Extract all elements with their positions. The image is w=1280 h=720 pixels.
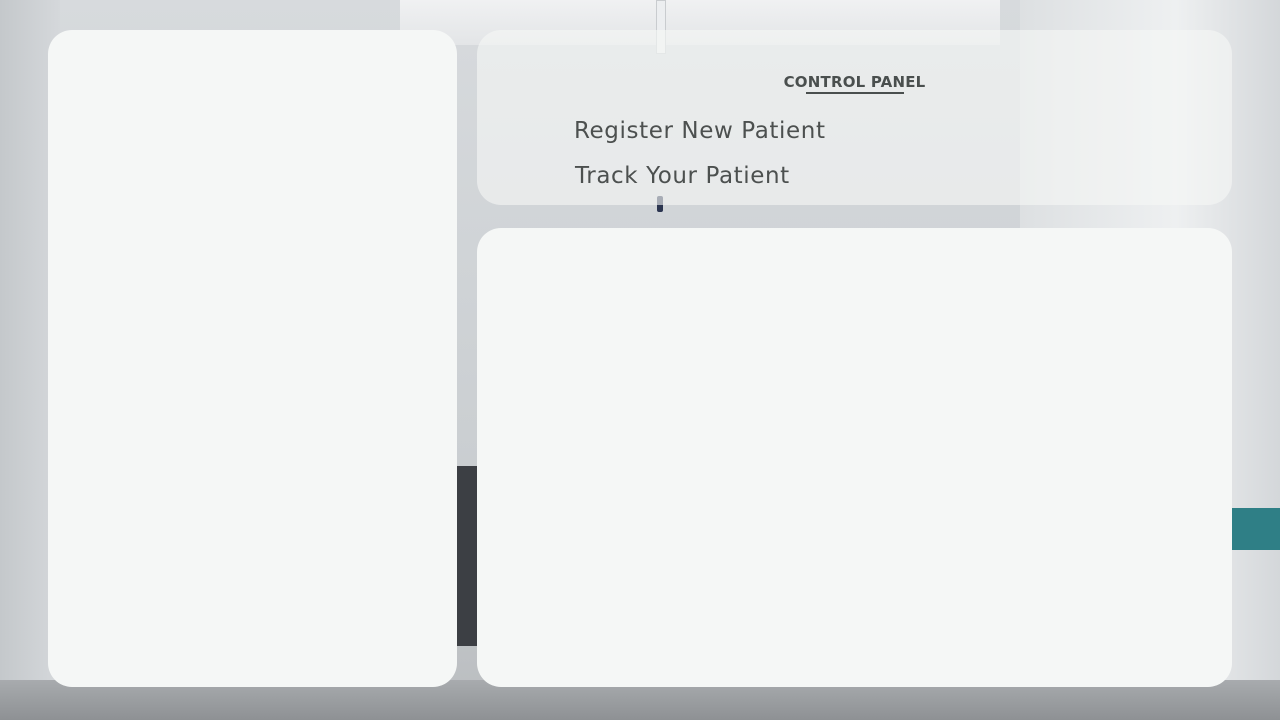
control-panel-title: CONTROL PANEL	[783, 73, 926, 91]
left-panel	[48, 30, 457, 687]
operating-table	[1232, 508, 1280, 550]
track-your-patient-link[interactable]: Track Your Patient	[575, 163, 790, 189]
equipment-post	[457, 466, 479, 646]
register-new-patient-link[interactable]: Register New Patient	[574, 118, 826, 144]
main-content-panel	[477, 228, 1232, 687]
control-panel: CONTROL PANEL Register New Patient Track…	[477, 30, 1232, 205]
title-underline	[806, 92, 904, 94]
